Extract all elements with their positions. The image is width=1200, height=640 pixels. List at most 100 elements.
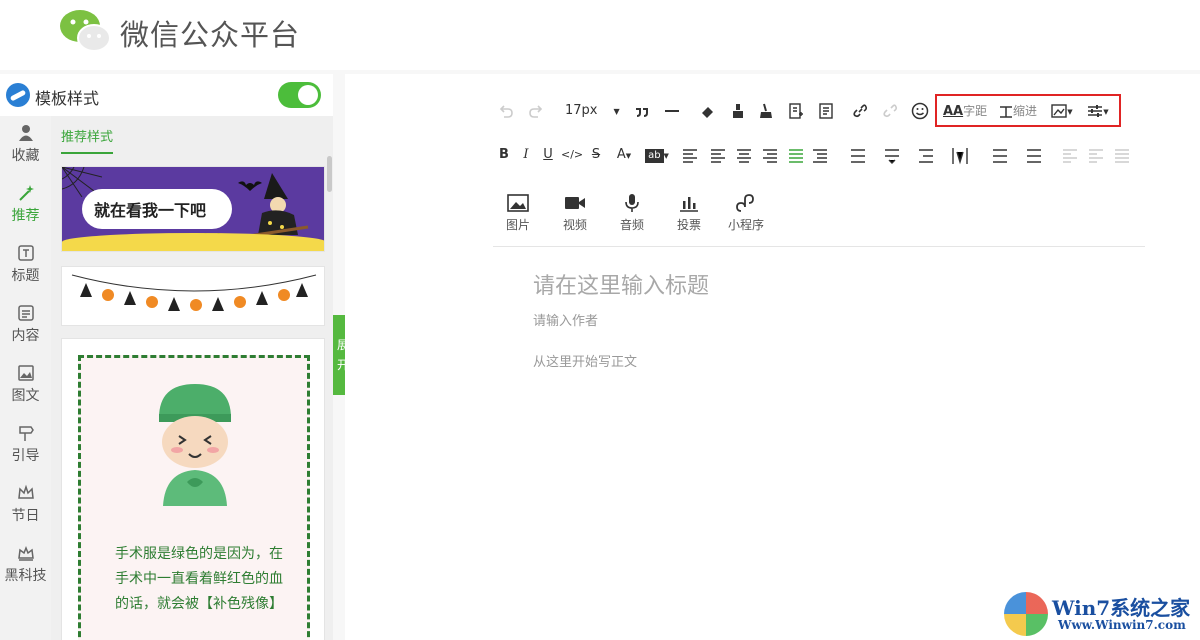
article-text: 手术服是绿色的是因为，在手术中一直看着鲜红色的血的话，就会被【补色残像】: [115, 546, 283, 612]
insert-mini-program-button[interactable]: 小程序: [721, 192, 771, 233]
microphone-icon: [625, 194, 639, 212]
banner-ground: [62, 233, 324, 251]
italic-icon: I: [523, 147, 529, 162]
nav-item-content[interactable]: 内容: [0, 296, 51, 356]
bold-button[interactable]: B: [495, 144, 513, 166]
font-color-button[interactable]: A▼: [611, 144, 637, 166]
video-icon: [565, 197, 585, 209]
chevron-down-icon: ▼: [625, 152, 632, 160]
author-input[interactable]: 请输入作者: [533, 310, 598, 329]
emoji-smile-icon: [911, 102, 929, 119]
article-title-input[interactable]: 请在这里输入标题: [533, 268, 709, 300]
auto-format-button[interactable]: [755, 100, 777, 122]
template-style-icon: [6, 83, 30, 107]
unlink-button[interactable]: [879, 100, 901, 122]
horizontal-line-icon: [665, 109, 679, 112]
background-color-button[interactable]: ab ▼: [643, 144, 671, 166]
chevron-down-icon: ▼: [663, 152, 669, 160]
media-label: 音频: [619, 218, 644, 232]
italic-button[interactable]: I: [517, 144, 535, 166]
redo-icon: [529, 104, 543, 118]
article-doc-button[interactable]: [815, 100, 837, 122]
media-label: 小程序: [727, 218, 764, 232]
format-brush-button[interactable]: [727, 100, 749, 122]
underline-icon: U: [543, 147, 553, 162]
wechat-logo-icon: [60, 10, 111, 52]
blockquote-button[interactable]: [631, 100, 653, 122]
panel-header: 模板样式: [0, 74, 333, 116]
nav-label: 内容: [11, 328, 40, 344]
toolbar-divider: [493, 246, 1145, 247]
horizontal-rule-button[interactable]: [661, 100, 683, 122]
font-size-value: 17px: [565, 103, 598, 118]
article-body-editor[interactable]: 从这里开始写正文: [533, 351, 637, 370]
surgeon-article-card[interactable]: 手术服是绿色的是因为，在手术中一直看着鲜红色的血的话，就会被【补色残像】: [61, 338, 325, 640]
surgeon-cartoon-icon: [159, 384, 231, 506]
media-label: 视频: [562, 218, 587, 232]
emoji-button[interactable]: [909, 100, 931, 122]
nav-item-favorites[interactable]: 收藏: [0, 116, 51, 176]
watermark-title: Win7系统之家: [1052, 596, 1191, 620]
nav-item-image-text[interactable]: 图文: [0, 356, 51, 416]
font-color-icon: A: [616, 147, 626, 162]
top-header: 微信公众平台: [0, 0, 1200, 70]
nav-item-guide[interactable]: 引导: [0, 416, 51, 476]
redo-button[interactable]: [525, 100, 547, 122]
nav-item-festival[interactable]: 节日: [0, 476, 51, 536]
template-style-panel: 模板样式 收藏 推荐 标题 内容 图文 引导 节日 黑科技 推荐样式 就在看我一…: [0, 74, 333, 640]
user-icon: [17, 124, 35, 142]
font-size-select[interactable]: 17px ▼: [565, 100, 620, 122]
template-card-list: 就在看我一下吧 手术服是绿色的是因为，在手术中一直看着鲜红色的血的话，就会被【补…: [51, 156, 333, 640]
undo-icon: [499, 104, 513, 118]
category-nav: 收藏 推荐 标题 内容 图文 引导 节日 黑科技: [0, 116, 51, 640]
insert-template-button[interactable]: [785, 100, 807, 122]
nav-item-recommended[interactable]: 推荐: [0, 176, 51, 236]
eraser-icon: [702, 106, 713, 118]
chevron-down-icon: ▼: [613, 107, 620, 116]
link-button[interactable]: [849, 100, 871, 122]
insert-audio-button[interactable]: 音频: [607, 192, 657, 233]
code-icon: </>: [561, 148, 584, 161]
underline-button[interactable]: U: [539, 144, 557, 166]
halloween-banner-card[interactable]: 就在看我一下吧: [61, 166, 325, 252]
mini-program-icon: [736, 194, 754, 212]
insert-video-button[interactable]: 视频: [550, 192, 600, 233]
nav-label: 推荐: [11, 208, 40, 224]
unlink-icon: [883, 103, 898, 117]
strikethrough-icon: S: [591, 147, 601, 162]
nav-item-black-tech[interactable]: 黑科技: [0, 536, 51, 596]
site-watermark: Win7系统之家 Www.Winwin7.com: [1000, 588, 1200, 640]
watermark-url: Www.Winwin7.com: [1058, 618, 1186, 632]
clear-format-button[interactable]: [697, 100, 719, 122]
vote-chart-icon: [680, 197, 698, 212]
image-icon: [507, 194, 529, 212]
nav-item-title[interactable]: 标题: [0, 236, 51, 296]
media-label: 图片: [505, 218, 530, 232]
banner-text: 就在看我一下吧: [94, 201, 207, 220]
panel-title: 模板样式: [35, 89, 100, 108]
insert-vote-button[interactable]: 投票: [664, 192, 714, 233]
windows-logo-icon: [1004, 592, 1048, 636]
code-button[interactable]: </>: [561, 144, 583, 166]
panel-scrollbar[interactable]: [327, 156, 332, 192]
nav-label: 引导: [11, 448, 40, 464]
crown-icon: [17, 484, 35, 502]
insert-image-button[interactable]: 图片: [493, 192, 543, 233]
highlight-ab-icon: ab: [645, 149, 664, 163]
highlight-box: [935, 94, 1121, 127]
bold-icon: B: [499, 147, 509, 162]
nav-label: 黑科技: [4, 568, 47, 584]
tab-recommended-styles[interactable]: 推荐样式: [61, 126, 114, 154]
template-style-toggle[interactable]: [278, 82, 321, 108]
image-text-icon: [17, 364, 35, 382]
align-icons: [683, 148, 1129, 165]
brush-icon: [733, 103, 743, 118]
crown-alt-icon: [17, 544, 35, 562]
strikethrough-button[interactable]: S: [587, 144, 605, 166]
pumpkin-garland-card[interactable]: [61, 266, 325, 326]
media-label: 投票: [676, 218, 701, 232]
document-icon: [819, 102, 833, 119]
undo-button[interactable]: [495, 100, 517, 122]
quote-icon: [636, 107, 648, 117]
nav-label: 标题: [11, 268, 40, 284]
